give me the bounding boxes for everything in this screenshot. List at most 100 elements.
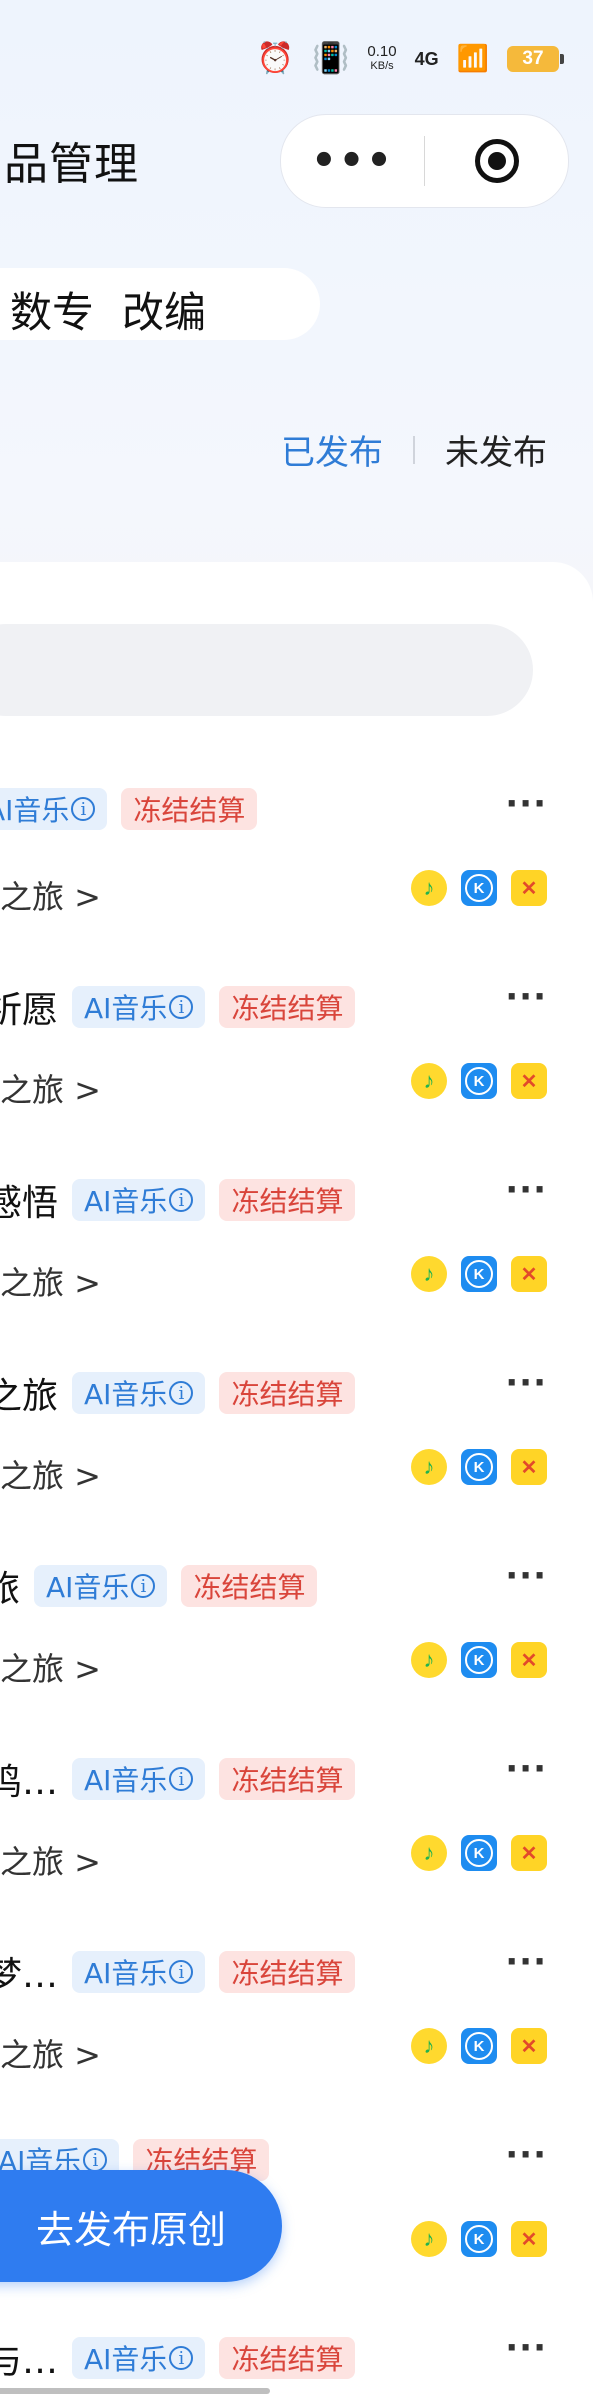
speed-value: 0.10 bbox=[367, 43, 397, 60]
frozen-settlement-tag: 冻结结算 bbox=[219, 1758, 356, 1800]
kugou-icon: K bbox=[461, 1835, 497, 1871]
list-item[interactable]: 祈愿 AI音乐 i 冻结结算 ··· 之旅 > ♪ K ✕ bbox=[0, 973, 593, 1166]
ai-music-tag: AI音乐i bbox=[72, 1951, 206, 1993]
info-icon[interactable]: i bbox=[169, 1767, 194, 1791]
list-item[interactable]: 鸣… AI音乐 i 冻结结算 ··· 之旅 > ♪ K ✕ bbox=[0, 1745, 593, 1938]
close-button[interactable] bbox=[425, 115, 568, 207]
tab-divider bbox=[413, 435, 415, 464]
album-link[interactable]: 之旅 > bbox=[0, 1837, 101, 1883]
speed-unit: KB/s bbox=[370, 60, 394, 72]
item-title: 感悟 bbox=[0, 1183, 59, 1224]
album-link[interactable]: 之旅 > bbox=[0, 1644, 101, 1690]
platform-icons: ♪ K ✕ bbox=[411, 1449, 547, 1485]
kugou-icon: K bbox=[461, 2028, 497, 2064]
kuwo-icon: ✕ bbox=[511, 2028, 547, 2064]
kuwo-icon: ✕ bbox=[511, 1449, 547, 1485]
info-icon[interactable]: i bbox=[169, 1960, 194, 1984]
miniapp-capsule: ••• bbox=[280, 114, 569, 208]
kuwo-icon: ✕ bbox=[511, 1642, 547, 1678]
item-title-row: 感悟 AI音乐 i 冻结结算 bbox=[0, 1174, 356, 1226]
list-item[interactable]: 感悟 AI音乐 i 冻结结算 ··· 之旅 > ♪ K ✕ bbox=[0, 1166, 593, 1359]
album-link[interactable]: 之旅 > bbox=[0, 872, 101, 918]
kuwo-icon: ✕ bbox=[511, 870, 547, 906]
tab-published[interactable]: 已发布 bbox=[281, 425, 383, 474]
item-title: 之旅 bbox=[0, 1376, 59, 1417]
more-options-button[interactable]: ··· bbox=[505, 2135, 547, 2175]
ai-music-tag: AI音乐i bbox=[72, 986, 206, 1028]
works-list-card: AI音乐i 冻结结算 ··· 之旅 > ♪ K ✕ 祈愿 AI音乐i 冻结结算 … bbox=[0, 562, 593, 2400]
publish-status-tabs: 已发布 未发布 bbox=[281, 425, 547, 474]
list-item[interactable]: 梦… AI音乐 i 冻结结算 ··· 之旅 > ♪ K ✕ bbox=[0, 1938, 593, 2131]
frozen-settlement-tag: 冻结结算 bbox=[219, 1179, 356, 1221]
platform-icons: ♪ K ✕ bbox=[411, 870, 547, 906]
more-options-button[interactable]: ··· bbox=[505, 1170, 547, 1210]
qq-music-icon: ♪ bbox=[411, 1256, 447, 1292]
network-speed: 0.10 KB/s bbox=[367, 44, 396, 74]
frozen-settlement-tag: 冻结结算 bbox=[121, 788, 258, 830]
qq-music-icon: ♪ bbox=[411, 1063, 447, 1099]
info-icon[interactable]: i bbox=[169, 995, 194, 1019]
platform-icons: ♪ K ✕ bbox=[411, 1063, 547, 1099]
album-link[interactable]: 之旅 > bbox=[0, 1451, 101, 1497]
tab-category-1[interactable]: 数专 bbox=[10, 279, 94, 340]
item-title-row: AI音乐i 冻结结算 bbox=[0, 788, 258, 830]
ai-tag-label: AI音乐 bbox=[0, 794, 70, 827]
kuwo-icon: ✕ bbox=[511, 2221, 547, 2257]
page-title: 品管理 bbox=[4, 139, 139, 190]
album-link[interactable]: 之旅 > bbox=[0, 1065, 101, 1111]
more-options-button[interactable]: ··· bbox=[505, 1556, 547, 1596]
kugou-icon: K bbox=[461, 1642, 497, 1678]
more-options-button[interactable]: ··· bbox=[505, 2328, 547, 2368]
publish-original-button[interactable]: 去发布原创 bbox=[0, 2170, 282, 2282]
item-title: 梦… bbox=[0, 1955, 59, 1996]
more-options-button[interactable]: ··· bbox=[505, 784, 547, 824]
kuwo-icon: ✕ bbox=[511, 1256, 547, 1292]
info-icon[interactable]: i bbox=[83, 2148, 108, 2172]
qq-music-icon: ♪ bbox=[411, 1449, 447, 1485]
info-icon[interactable]: i bbox=[169, 1188, 194, 1212]
list-item[interactable]: AI音乐i 冻结结算 ··· 之旅 > ♪ K ✕ bbox=[0, 780, 593, 973]
qq-music-icon: ♪ bbox=[411, 2028, 447, 2064]
info-icon[interactable]: i bbox=[169, 2346, 194, 2370]
album-link[interactable]: 之旅 > bbox=[0, 2030, 101, 2076]
kugou-icon: K bbox=[461, 870, 497, 906]
platform-icons: ♪ K ✕ bbox=[411, 1256, 547, 1292]
tab-unpublished[interactable]: 未发布 bbox=[445, 425, 547, 474]
home-indicator[interactable] bbox=[0, 2388, 270, 2394]
list-item[interactable]: 之旅 AI音乐 i 冻结结算 ··· 之旅 > ♪ K ✕ bbox=[0, 1359, 593, 1552]
ai-music-tag: AI音乐i bbox=[72, 1372, 206, 1414]
kuwo-icon: ✕ bbox=[511, 1835, 547, 1871]
item-title-row: 之旅 AI音乐 i 冻结结算 bbox=[0, 1367, 356, 1419]
ai-music-tag: AI音乐i bbox=[34, 1565, 168, 1607]
frozen-settlement-tag: 冻结结算 bbox=[219, 2337, 356, 2379]
info-icon[interactable]: i bbox=[131, 1574, 156, 1598]
ai-tag-label: AI音乐 bbox=[84, 1378, 168, 1411]
status-bar: ⏰ 📳 0.10 KB/s 4G 📶 37 bbox=[257, 32, 564, 86]
qq-music-icon: ♪ bbox=[411, 870, 447, 906]
qq-music-icon: ♪ bbox=[411, 1642, 447, 1678]
more-options-button[interactable]: ··· bbox=[505, 1942, 547, 1982]
more-options-button[interactable]: ··· bbox=[505, 1363, 547, 1403]
item-title-row: 梦… AI音乐 i 冻结结算 bbox=[0, 1946, 356, 1998]
frozen-settlement-tag: 冻结结算 bbox=[219, 986, 356, 1028]
info-icon[interactable]: i bbox=[71, 797, 96, 821]
more-options-button[interactable]: ··· bbox=[505, 977, 547, 1017]
platform-icons: ♪ K ✕ bbox=[411, 1835, 547, 1871]
search-input[interactable] bbox=[0, 624, 533, 716]
ai-tag-label: AI音乐 bbox=[84, 1764, 168, 1797]
album-link[interactable]: 之旅 > bbox=[0, 1258, 101, 1304]
item-title-row: 与… AI音乐 i 冻结结算 bbox=[0, 2332, 356, 2384]
ai-tag-label: AI音乐 bbox=[84, 1957, 168, 1990]
network-type: 4G bbox=[414, 48, 439, 69]
item-title: 旅 bbox=[0, 1569, 21, 1610]
platform-icons: ♪ K ✕ bbox=[411, 2221, 547, 2257]
more-button[interactable]: ••• bbox=[281, 115, 424, 207]
item-title-row: 旅 AI音乐 i 冻结结算 bbox=[0, 1560, 318, 1612]
more-options-button[interactable]: ··· bbox=[505, 1749, 547, 1789]
kugou-icon: K bbox=[461, 2221, 497, 2257]
list-item[interactable]: 旅 AI音乐 i 冻结结算 ··· 之旅 > ♪ K ✕ bbox=[0, 1552, 593, 1745]
info-icon[interactable]: i bbox=[169, 1381, 194, 1405]
ai-tag-label: AI音乐 bbox=[84, 992, 168, 1025]
tab-category-2[interactable]: 改编 bbox=[122, 279, 206, 340]
qq-music-icon: ♪ bbox=[411, 2221, 447, 2257]
